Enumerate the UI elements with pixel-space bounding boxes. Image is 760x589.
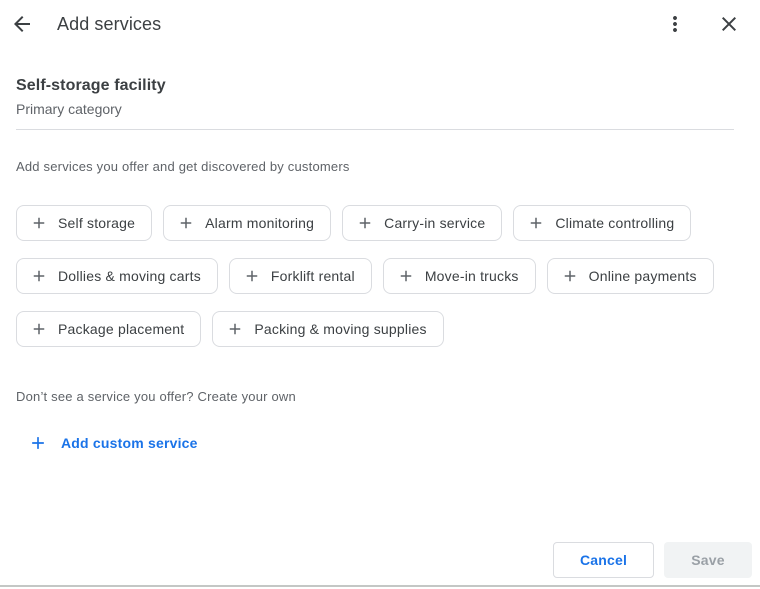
service-chip-move-in-trucks[interactable]: Move-in trucks bbox=[382, 258, 536, 294]
plus-icon bbox=[397, 267, 415, 285]
section-divider bbox=[16, 129, 734, 130]
service-chip-package-placement[interactable]: Package placement bbox=[16, 311, 202, 347]
add-custom-service-button[interactable]: Add custom service bbox=[28, 433, 198, 453]
service-chip-label: Forklift rental bbox=[270, 268, 355, 284]
intro-text: Add services you offer and get discovere… bbox=[16, 159, 350, 174]
service-chip-packing-moving-supplies[interactable]: Packing & moving supplies bbox=[212, 311, 444, 347]
plus-icon bbox=[561, 267, 579, 285]
overflow-menu-button[interactable] bbox=[663, 12, 687, 36]
dialog-title: Add services bbox=[57, 13, 162, 34]
service-chip-label: Alarm monitoring bbox=[205, 215, 315, 231]
plus-icon bbox=[226, 320, 244, 338]
plus-icon bbox=[30, 267, 48, 285]
service-chip-dollies-moving-carts[interactable]: Dollies & moving carts bbox=[16, 258, 218, 294]
dialog-bottom-edge bbox=[0, 585, 760, 587]
plus-icon bbox=[527, 214, 545, 232]
service-chip-label: Move-in trucks bbox=[424, 268, 519, 284]
close-button[interactable] bbox=[717, 12, 741, 36]
plus-icon bbox=[243, 267, 261, 285]
service-chip-self-storage[interactable]: Self storage bbox=[16, 205, 153, 241]
save-button[interactable]: Save bbox=[664, 542, 752, 578]
cancel-button[interactable]: Cancel bbox=[553, 542, 654, 578]
plus-icon bbox=[30, 320, 48, 338]
dialog-header: Add services bbox=[0, 0, 760, 48]
service-chip-label: Carry-in service bbox=[384, 215, 486, 231]
add-services-dialog: Add services Self-storage facility Prima… bbox=[0, 0, 760, 589]
category-section: Self-storage facility Primary category bbox=[16, 75, 744, 119]
service-chip-carry-in-service[interactable]: Carry-in service bbox=[342, 205, 503, 241]
three-dot-menu-icon bbox=[663, 12, 687, 36]
service-chip-forklift-rental[interactable]: Forklift rental bbox=[228, 258, 372, 294]
close-icon bbox=[717, 12, 741, 36]
service-chip-label: Self storage bbox=[58, 215, 136, 231]
service-chip-label: Packing & moving supplies bbox=[254, 321, 427, 337]
back-button[interactable] bbox=[10, 12, 34, 36]
service-chip-list: Self storage Alarm monitoring Carry-in ser… bbox=[16, 205, 732, 347]
service-chip-online-payments[interactable]: Online payments bbox=[546, 258, 714, 294]
add-custom-service-label: Add custom service bbox=[61, 435, 198, 451]
plus-icon bbox=[356, 214, 374, 232]
service-chip-label: Dollies & moving carts bbox=[58, 268, 201, 284]
category-label: Primary category bbox=[16, 101, 122, 117]
category-name: Self-storage facility bbox=[16, 77, 166, 94]
service-chip-alarm-monitoring[interactable]: Alarm monitoring bbox=[163, 205, 332, 241]
dialog-footer: Cancel Save bbox=[553, 542, 752, 578]
service-chip-label: Online payments bbox=[588, 268, 697, 284]
service-chip-label: Climate controlling bbox=[555, 215, 675, 231]
plus-icon bbox=[30, 214, 48, 232]
plus-icon bbox=[177, 214, 195, 232]
arrow-left-icon bbox=[10, 12, 34, 36]
custom-service-hint: Don’t see a service you offer? Create yo… bbox=[16, 389, 296, 404]
plus-icon bbox=[28, 433, 48, 453]
service-chip-label: Package placement bbox=[58, 321, 185, 337]
service-chip-climate-controlling[interactable]: Climate controlling bbox=[513, 205, 692, 241]
